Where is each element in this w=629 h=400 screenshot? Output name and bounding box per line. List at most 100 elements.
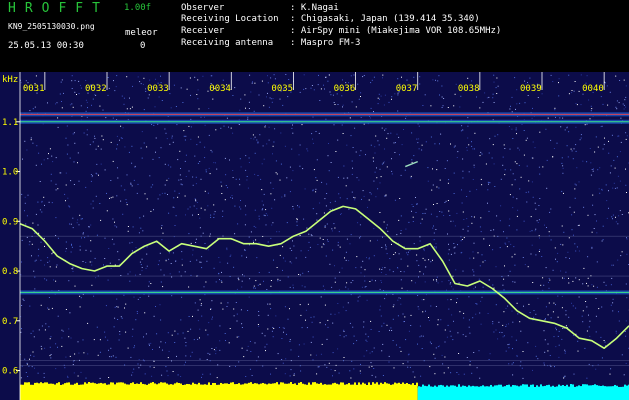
noise-dot — [204, 124, 206, 126]
noise-dot — [268, 126, 270, 128]
noise-dot — [95, 277, 97, 279]
noise-dot — [248, 296, 250, 298]
noise-dot — [120, 137, 122, 139]
noise-dot — [466, 357, 468, 358]
noise-dot — [298, 274, 300, 275]
noise-dot — [264, 335, 266, 337]
noise-dot — [493, 81, 495, 83]
noise-dot — [562, 167, 564, 169]
noise-dot — [421, 299, 423, 301]
noise-dot — [271, 330, 273, 332]
strip-peak — [456, 386, 458, 388]
noise-dot — [351, 360, 353, 362]
noise-dot — [312, 142, 314, 144]
noise-dot — [230, 127, 232, 129]
noise-dot — [316, 373, 318, 375]
noise-dot — [327, 239, 328, 241]
noise-dot — [264, 125, 266, 126]
noise-dot — [168, 212, 170, 214]
noise-dot — [613, 159, 615, 161]
noise-dot — [117, 167, 118, 169]
noise-dot — [552, 156, 554, 158]
noise-dot — [241, 327, 243, 328]
noise-dot — [129, 280, 131, 282]
noise-dot — [435, 229, 437, 230]
noise-dot — [185, 214, 186, 216]
strip-peak — [286, 383, 288, 386]
noise-dot — [568, 282, 570, 284]
noise-dot — [598, 188, 600, 190]
noise-dot — [467, 230, 469, 232]
noise-dot — [448, 249, 450, 251]
strip-peak — [48, 383, 50, 386]
noise-dot — [563, 377, 565, 379]
noise-dot — [345, 82, 347, 84]
noise-dot — [397, 78, 399, 80]
noise-dot — [498, 321, 500, 323]
strip-peak — [194, 383, 196, 386]
noise-dot — [138, 359, 140, 361]
noise-dot — [410, 325, 412, 326]
noise-dot — [437, 324, 439, 326]
noise-dot — [323, 212, 325, 214]
noise-dot — [522, 351, 524, 352]
strip-peak — [572, 384, 574, 388]
noise-dot — [586, 75, 588, 77]
noise-dot — [385, 128, 387, 130]
noise-dot — [180, 183, 182, 185]
noise-dot — [616, 100, 618, 102]
noise-dot — [65, 137, 67, 139]
noise-dot — [55, 343, 57, 345]
noise-dot — [191, 351, 193, 353]
noise-dot — [389, 258, 391, 259]
noise-dot — [255, 239, 257, 241]
noise-dot — [338, 193, 340, 195]
strip-peak — [610, 386, 612, 388]
noise-dot — [540, 284, 542, 286]
noise-dot — [552, 81, 554, 82]
noise-dot — [371, 374, 373, 376]
noise-dot — [145, 267, 147, 269]
noise-dot — [591, 108, 593, 110]
noise-dot — [197, 162, 199, 164]
noise-dot — [188, 233, 190, 235]
noise-dot — [240, 98, 242, 100]
noise-dot — [471, 372, 473, 374]
noise-dot — [430, 343, 432, 345]
noise-dot — [21, 305, 23, 306]
noise-dot — [581, 315, 583, 317]
version-label: 1.00f — [124, 3, 152, 13]
noise-dot — [451, 286, 453, 288]
strip-peak — [270, 383, 272, 386]
noise-dot — [508, 323, 509, 325]
noise-dot — [271, 207, 273, 209]
noise-dot — [573, 148, 575, 150]
noise-dot — [496, 77, 498, 79]
noise-dot — [197, 98, 199, 100]
noise-dot — [221, 193, 223, 194]
noise-dot — [55, 189, 57, 191]
noise-dot — [248, 108, 250, 109]
noise-dot — [410, 177, 412, 179]
strip-peak — [368, 382, 370, 386]
noise-dot — [161, 225, 163, 226]
noise-dot — [594, 151, 596, 153]
noise-dot — [507, 344, 509, 346]
noise-dot — [96, 163, 98, 165]
noise-dot — [475, 303, 477, 304]
noise-dot — [415, 197, 416, 198]
noise-dot — [227, 262, 229, 264]
noise-dot — [307, 271, 309, 273]
noise-dot — [549, 355, 551, 356]
noise-dot — [171, 135, 173, 137]
noise-dot — [625, 320, 627, 322]
noise-dot — [197, 320, 199, 322]
noise-dot — [96, 173, 98, 175]
noise-dot — [516, 355, 518, 357]
noise-dot — [413, 76, 415, 78]
strip-peak — [260, 383, 262, 386]
noise-dot — [575, 250, 577, 252]
noise-dot — [618, 135, 620, 137]
noise-dot — [113, 326, 115, 328]
noise-dot — [542, 277, 544, 279]
